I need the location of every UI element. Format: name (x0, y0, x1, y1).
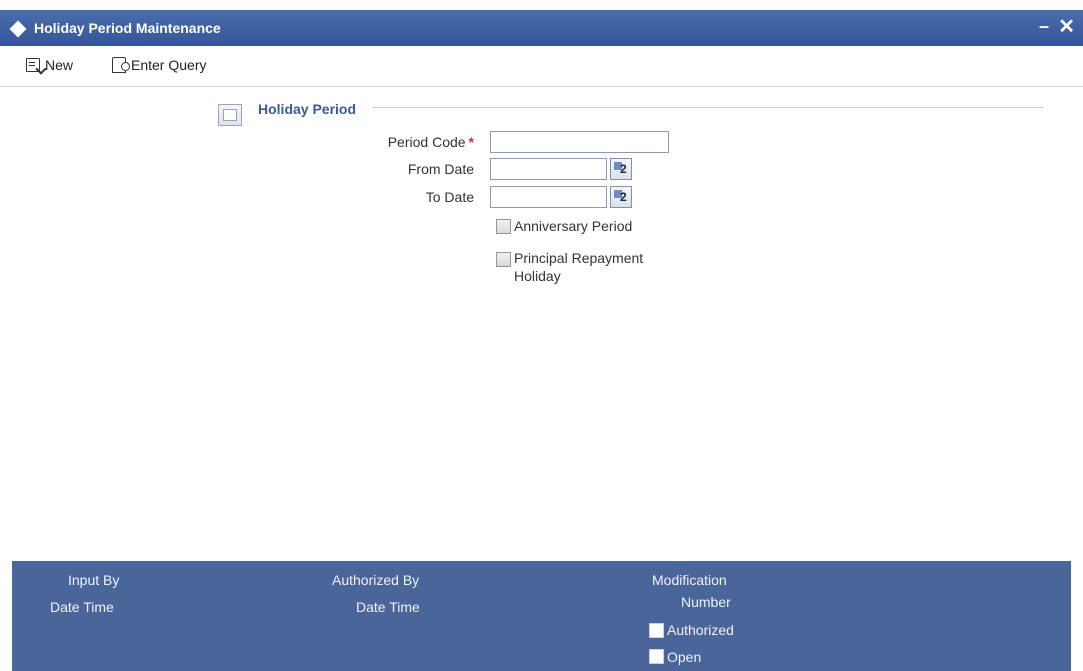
principal-repayment-holiday-checkbox[interactable] (496, 252, 511, 267)
enter-query-button[interactable]: Enter Query (112, 57, 206, 73)
required-mark: * (468, 134, 474, 150)
close-button[interactable]: ✕ (1058, 14, 1075, 39)
to-date-input[interactable] (490, 186, 607, 208)
from-date-calendar-button[interactable]: 2 (610, 158, 632, 180)
app-diamond-icon (9, 20, 27, 38)
authorized-checkbox[interactable] (649, 623, 664, 638)
enter-query-label: Enter Query (131, 57, 207, 73)
period-code-input[interactable] (490, 131, 669, 153)
anniversary-period-checkbox[interactable] (496, 219, 511, 234)
principal-repayment-label: Principal Repayment Holiday (514, 250, 644, 284)
anniversary-period-label: Anniversary Period (514, 218, 633, 234)
new-document-icon (26, 58, 40, 72)
section-divider (372, 107, 1044, 108)
window-title: Holiday Period Maintenance (34, 20, 221, 36)
toolbar: New Enter Query (0, 46, 1083, 87)
input-date-time-label: Date Time (50, 599, 114, 615)
authorized-by-label: Authorized By (332, 572, 420, 588)
modification-number-label: Number (681, 594, 731, 610)
period-code-label: Period Code * (387, 134, 474, 150)
window-titlebar: Holiday Period Maintenance – ✕ (0, 10, 1083, 46)
from-date-label: From Date (407, 161, 474, 177)
to-date-label: To Date (425, 189, 474, 205)
audit-footer: Input By Date Time Authorized By Date Ti… (12, 561, 1071, 671)
modification-label: Modification (652, 572, 727, 588)
to-date-calendar-button[interactable]: 2 (610, 186, 632, 208)
query-icon (112, 57, 130, 73)
new-button-label: New (45, 57, 74, 73)
section-collapse-icon[interactable] (218, 104, 242, 126)
authorized-date-time-label: Date Time (356, 599, 420, 615)
new-button[interactable]: New (26, 57, 73, 73)
section-title: Holiday Period (258, 101, 357, 117)
input-by-label: Input By (68, 572, 120, 588)
authorized-label: Authorized (667, 622, 734, 638)
from-date-input[interactable] (490, 158, 607, 180)
open-label: Open (667, 649, 702, 665)
open-checkbox[interactable] (649, 649, 664, 664)
minimize-button[interactable]: – (1039, 16, 1049, 37)
